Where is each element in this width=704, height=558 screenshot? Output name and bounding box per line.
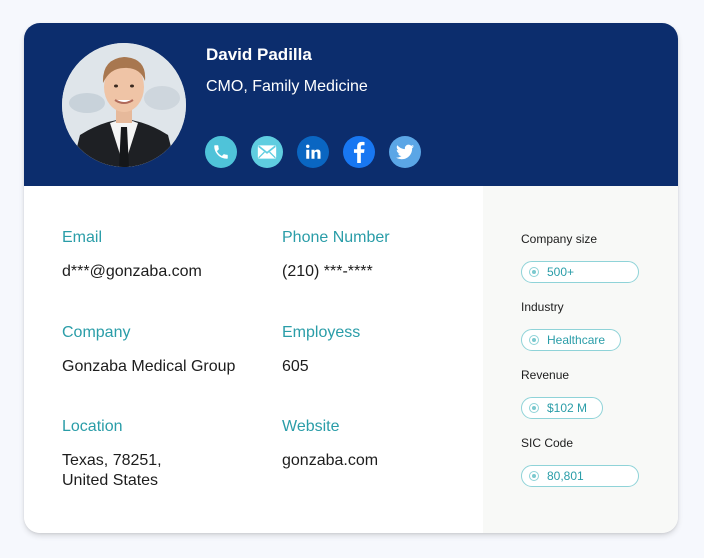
twitter-button[interactable] (389, 136, 421, 168)
sic-code-badge: 80,801 (521, 465, 639, 487)
linkedin-icon (306, 144, 321, 159)
avatar-photo (62, 43, 186, 167)
company-label: Company (62, 324, 131, 341)
phone-icon (214, 145, 228, 159)
profile-title: CMO, Family Medicine (206, 78, 368, 95)
email-value[interactable]: d***@gonzaba.com (62, 262, 202, 282)
company-sidebar: Company size 500+ Industry Healthcare Re… (483, 186, 678, 533)
industry-value: Healthcare (547, 333, 606, 347)
location-field: Location Texas, 78251, United States (62, 418, 162, 491)
sic-code-value: 80,801 (547, 469, 584, 483)
website-value[interactable]: gonzaba.com (282, 451, 378, 471)
social-links (205, 136, 421, 168)
location-label: Location (62, 418, 123, 435)
revenue-value: $102 M (547, 401, 588, 415)
email-button[interactable] (251, 136, 283, 168)
radio-dot-icon (529, 267, 539, 277)
industry-badge: Healthcare (521, 329, 621, 351)
employees-label: Employess (282, 324, 361, 341)
contact-details: Email d***@gonzaba.com Phone Number (210… (24, 186, 483, 533)
avatar (62, 43, 186, 167)
twitter-icon (396, 144, 414, 160)
company-value: Gonzaba Medical Group (62, 358, 236, 375)
linkedin-button[interactable] (297, 136, 329, 168)
company-size-label: Company size (521, 232, 598, 246)
email-field: Email d***@gonzaba.com (62, 229, 202, 282)
sic-code-label: SIC Code (521, 436, 574, 450)
company-size-badge: 500+ (521, 261, 639, 283)
facebook-button[interactable] (343, 136, 375, 168)
facebook-icon (353, 141, 365, 163)
profile-header: David Padilla CMO, Family Medicine (24, 23, 678, 186)
radio-dot-icon (529, 403, 539, 413)
phone-value[interactable]: (210) ***-**** (282, 262, 390, 282)
phone-label: Phone Number (282, 229, 390, 246)
phone-field: Phone Number (210) ***-**** (282, 229, 390, 282)
email-icon (257, 145, 277, 159)
revenue-badge: $102 M (521, 397, 603, 419)
company-size-value: 500+ (547, 265, 575, 279)
email-label: Email (62, 229, 103, 246)
profile-name: David Padilla (206, 45, 312, 64)
contact-card: David Padilla CMO, Family Medicine Email… (24, 23, 678, 533)
location-value: Texas, 78251, United States (62, 452, 162, 489)
radio-dot-icon (529, 335, 539, 345)
website-field: Website gonzaba.com (282, 418, 378, 471)
website-label: Website (282, 418, 340, 435)
employees-field: Employess 605 (282, 324, 360, 377)
phone-button[interactable] (205, 136, 237, 168)
radio-dot-icon (529, 471, 539, 481)
revenue-label: Revenue (521, 368, 570, 382)
company-field: Company Gonzaba Medical Group (62, 324, 235, 377)
employees-value: 605 (282, 358, 309, 375)
industry-label: Industry (521, 300, 564, 314)
